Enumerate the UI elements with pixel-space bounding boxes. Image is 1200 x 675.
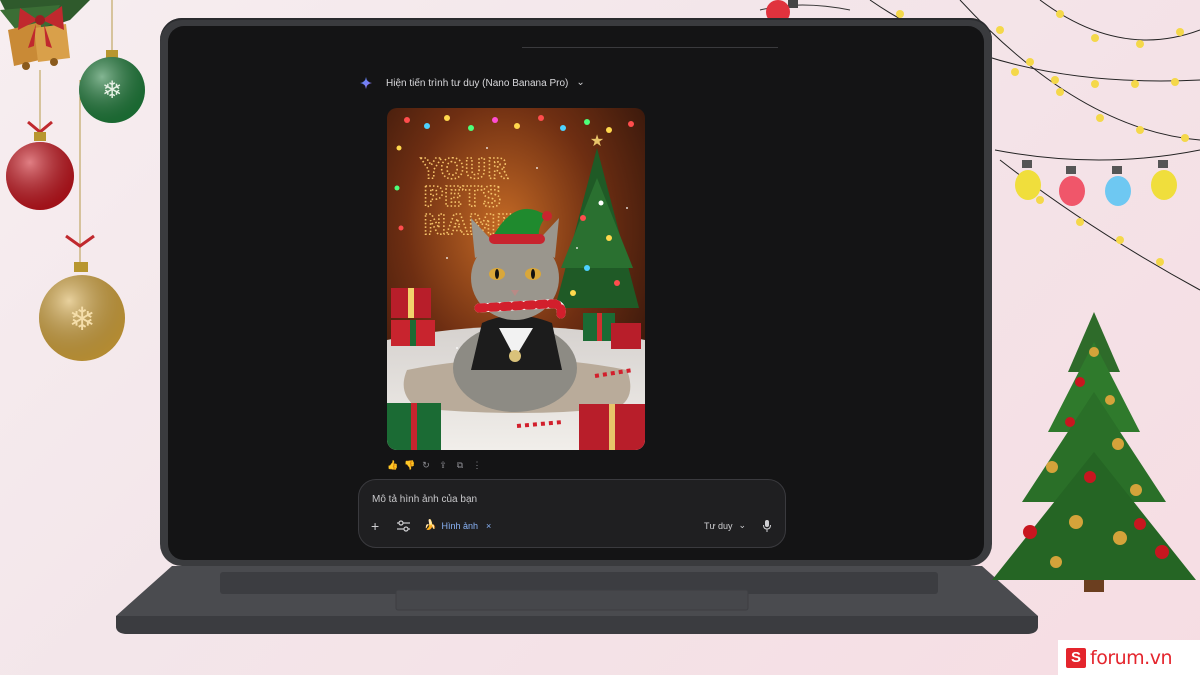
more-icon[interactable]: ⋮ [472,460,482,470]
thinking-header[interactable]: Hiện tiến trình tư duy (Nano Banana Pro)… [360,74,585,92]
response-actions: 👍 👎 ↻ ⇪ ⧉ ⋮ [387,460,482,470]
gemini-spark-icon [360,77,372,89]
svg-text:❄: ❄ [69,300,96,338]
close-icon[interactable]: × [486,521,491,531]
generated-image[interactable]: YOUR PETS NAME ★ [387,108,645,450]
plus-icon[interactable]: + [371,519,379,533]
laptop-base [116,566,1038,634]
christmas-tree-decoration [992,312,1196,592]
share-icon[interactable]: ⇪ [438,460,448,470]
tools-icon[interactable] [397,520,410,532]
image-tool-chip[interactable]: 🍌 Hình ảnh × [424,520,491,531]
screen-top-bar [522,47,778,48]
thumbs-down-icon[interactable]: 👎 [404,460,415,470]
thinking-header-label: Hiện tiến trình tư duy (Nano Banana Pro) [386,77,569,89]
logo-mark: S [1066,647,1086,668]
image-chip-label: Hình ảnh [441,520,478,531]
regenerate-icon[interactable]: ↻ [421,460,431,470]
banana-icon: 🍌 [424,520,437,531]
mic-icon[interactable] [762,520,772,532]
logo-text: forum.vn [1090,646,1173,669]
star-icon: ★ [590,133,604,150]
prompt-box [358,479,786,548]
sforum-logo: S forum.vn [1058,640,1200,675]
chevron-down-icon[interactable]: ⌄ [576,77,584,88]
prompt-input[interactable] [372,492,672,506]
copy-icon[interactable]: ⧉ [455,460,465,470]
mode-selector[interactable]: Tư duy ⌄ [704,520,746,531]
mode-label: Tư duy [704,520,733,531]
chevron-down-icon: ⌄ [738,520,747,530]
thumbs-up-icon[interactable]: 👍 [387,460,398,470]
